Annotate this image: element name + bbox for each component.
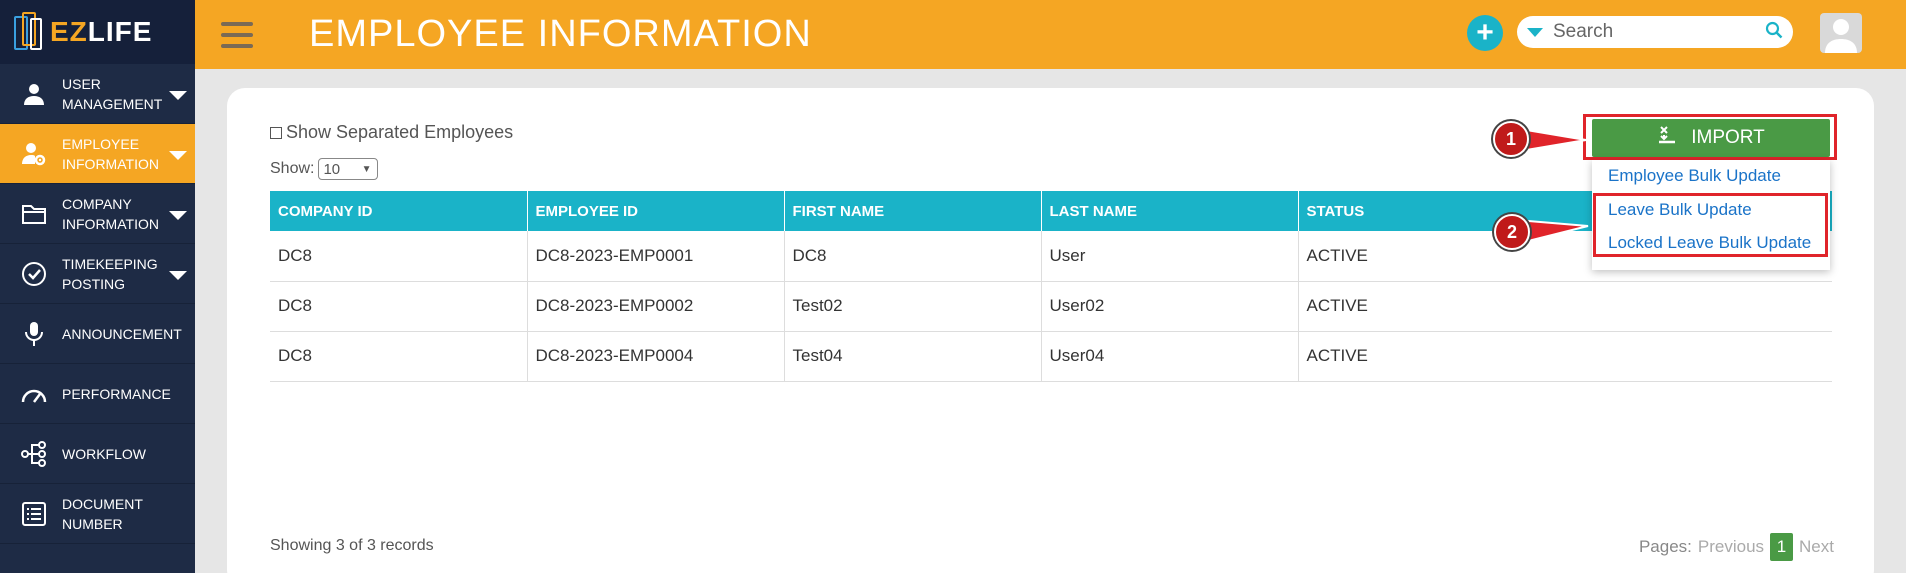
annotation-marker-1: 1 [1493,121,1529,157]
table-row[interactable]: DC8 DC8-2023-EMP0004 Test04 User04 ACTIV… [270,331,1832,382]
sidebar-item-performance[interactable]: PERFORMANCE [0,364,195,424]
sidebar-item-label: ANNOUNCEMENT [62,325,182,342]
search-bar [1517,16,1793,48]
sidebar-item-label: USER MANAGEMENT [62,75,163,112]
sidebar-item-document-number[interactable]: DOCUMENT NUMBER [0,484,195,544]
caret-down-icon [169,91,187,100]
folder-icon [20,200,48,228]
column-header-last-name[interactable]: LAST NAME [1041,191,1299,231]
cell-last-name: User04 [1041,331,1299,382]
sidebar-item-user-management[interactable]: USER MANAGEMENT [0,64,195,124]
cell-company-id: DC8 [270,281,528,332]
sidebar: EZLIFE USER MANAGEMENT EMPLOYEE INFORMAT… [0,0,195,573]
logo-text: EZLIFE [50,16,152,48]
logo-text-ez: EZ [50,16,88,47]
plus-icon: + [1476,16,1494,49]
cell-first-name: Test04 [784,331,1042,382]
pagination: Pages: Previous 1 Next [1639,533,1834,561]
cell-status: ACTIVE [1298,281,1832,332]
logo-mark-icon [14,10,44,54]
annotation-marker-2: 2 [1494,214,1530,250]
cell-employee-id: DC8-2023-EMP0002 [527,281,785,332]
next-page-link[interactable]: Next [1799,537,1834,557]
sidebar-item-label: WORKFLOW [62,445,146,462]
cell-employee-id: DC8-2023-EMP0004 [527,331,785,382]
workflow-icon [20,440,48,468]
gauge-icon [20,380,48,408]
records-count: Showing 3 of 3 records [270,537,434,554]
add-button[interactable]: + [1467,15,1503,51]
page-size-control: Show: 10 ▼ [270,158,379,180]
sidebar-item-label: COMPANY INFORMATION [62,195,159,232]
column-header-first-name[interactable]: FIRST NAME [784,191,1042,231]
cell-company-id: DC8 [270,331,528,382]
show-separated-label: Show Separated Employees [286,122,514,142]
cell-first-name: DC8 [784,231,1042,282]
cell-first-name: Test02 [784,281,1042,332]
check-circle-icon [20,260,48,288]
cell-last-name: User [1041,231,1299,282]
cell-status: ACTIVE [1298,331,1832,382]
caret-down-icon [169,211,187,220]
sidebar-item-label: DOCUMENT NUMBER [62,495,143,532]
page-size-value: 10 [323,160,341,178]
search-input[interactable] [1553,21,1758,43]
top-header: EMPLOYEE INFORMATION + [195,0,1906,69]
sidebar-item-label: EMPLOYEE INFORMATION [62,135,159,172]
column-header-employee-id[interactable]: EMPLOYEE ID [527,191,785,231]
cell-employee-id: DC8-2023-EMP0001 [527,231,785,282]
search-filter-dropdown-icon[interactable] [1527,27,1543,37]
chevron-down-icon: ▼ [361,164,372,175]
logo[interactable]: EZLIFE [0,0,195,64]
annotation-highlight-import [1583,114,1837,160]
caret-down-icon [169,271,187,280]
page-title: EMPLOYEE INFORMATION [309,13,812,55]
menu-item-employee-bulk-update[interactable]: Employee Bulk Update [1608,166,1781,186]
page-number-button[interactable]: 1 [1770,533,1794,561]
caret-down-icon [169,151,187,160]
sidebar-item-announcement[interactable]: ANNOUNCEMENT [0,304,195,364]
sidebar-item-label: TIMEKEEPING POSTING [62,255,158,292]
sidebar-item-employee-information[interactable]: EMPLOYEE INFORMATION [0,124,195,184]
employee-gear-icon [20,140,48,168]
previous-page-link[interactable]: Previous [1698,537,1764,557]
show-separated-checkbox[interactable]: Show Separated Employees [270,122,513,143]
annotation-highlight-leave-items [1593,193,1828,257]
column-header-company-id[interactable]: COMPANY ID [270,191,528,231]
checkbox-box[interactable] [270,126,282,139]
cell-last-name: User02 [1041,281,1299,332]
list-icon [20,500,48,528]
hamburger-menu-icon[interactable] [221,21,253,48]
logo-text-life: LIFE [87,16,153,47]
user-icon [20,80,48,108]
sidebar-nav: USER MANAGEMENT EMPLOYEE INFORMATION COM… [0,64,195,544]
cell-company-id: DC8 [270,231,528,282]
sidebar-item-label: PERFORMANCE [62,385,171,402]
sidebar-item-company-information[interactable]: COMPANY INFORMATION [0,184,195,244]
pages-label: Pages: [1638,537,1692,556]
page-size-select[interactable]: 10 ▼ [318,158,379,180]
show-label: Show: [270,160,315,177]
sidebar-item-workflow[interactable]: WORKFLOW [0,424,195,484]
table-row[interactable]: DC8 DC8-2023-EMP0002 Test02 User02 ACTIV… [270,281,1832,332]
search-icon[interactable] [1765,21,1783,44]
microphone-icon [20,320,48,348]
avatar[interactable] [1820,13,1862,53]
sidebar-item-timekeeping-posting[interactable]: TIMEKEEPING POSTING [0,244,195,304]
